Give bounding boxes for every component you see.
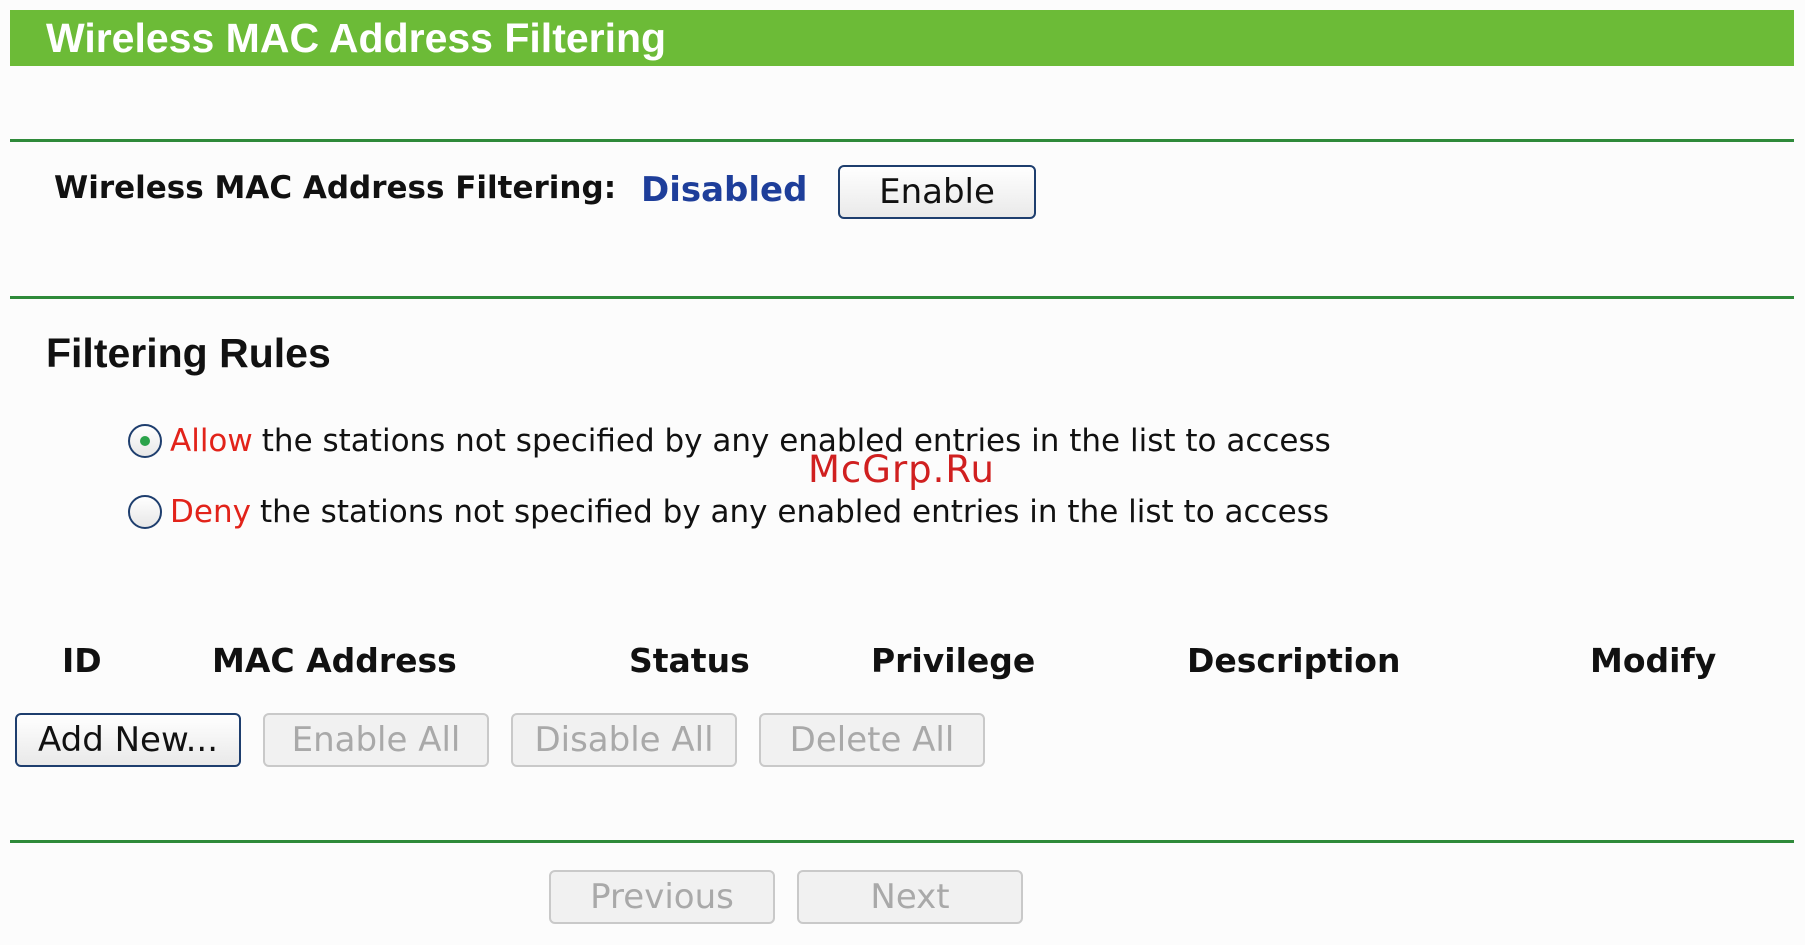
enable-all-button[interactable]: Enable All (263, 713, 489, 767)
watermark: McGrp.Ru (808, 448, 995, 491)
rule-deny-option[interactable]: Deny the stations not specified by any e… (128, 490, 1329, 534)
next-button[interactable]: Next (797, 870, 1023, 924)
column-header-mac-address: MAC Address (212, 641, 457, 680)
filtering-status-label: Wireless MAC Address Filtering: (54, 170, 617, 206)
allow-keyword: Allow (170, 423, 253, 459)
enable-button[interactable]: Enable (838, 165, 1036, 219)
page-title: Wireless MAC Address Filtering (46, 15, 667, 61)
add-new-button[interactable]: Add New... (15, 713, 241, 767)
divider (10, 840, 1794, 843)
column-header-description: Description (1187, 641, 1401, 680)
rule-allow-option[interactable]: Allow the stations not specified by any … (128, 419, 1331, 463)
filtering-rules-title: Filtering Rules (46, 330, 331, 376)
deny-keyword: Deny (170, 494, 251, 530)
divider (10, 296, 1794, 299)
previous-button[interactable]: Previous (549, 870, 775, 924)
page: Wireless MAC Address Filtering Wireless … (0, 0, 1805, 945)
column-header-id: ID (62, 641, 102, 680)
column-header-privilege: Privilege (871, 641, 1036, 680)
filtering-status-value: Disabled (641, 170, 808, 210)
deny-radio[interactable] (128, 495, 162, 529)
deny-text: the stations not specified by any enable… (259, 494, 1329, 530)
divider (10, 139, 1794, 142)
allow-text: the stations not specified by any enable… (261, 423, 1331, 459)
column-header-status: Status (629, 641, 750, 680)
disable-all-button[interactable]: Disable All (511, 713, 737, 767)
delete-all-button[interactable]: Delete All (759, 713, 985, 767)
column-header-modify: Modify (1590, 641, 1717, 680)
allow-radio[interactable] (128, 424, 162, 458)
